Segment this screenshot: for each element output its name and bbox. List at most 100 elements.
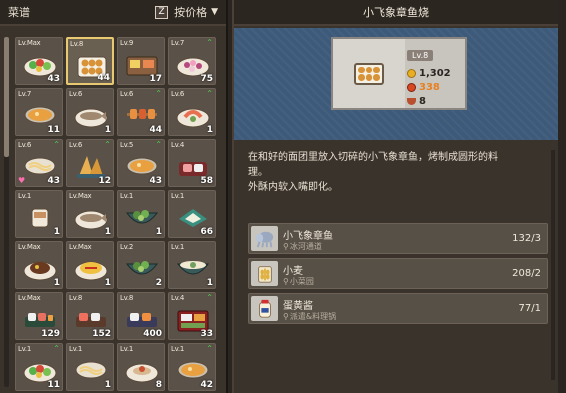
recipe-card[interactable]: Lv.4 ⌃ 33 [168, 292, 216, 340]
ingredient-location-text: 小菜园 [289, 277, 314, 286]
recipe-card[interactable]: Lv.6 ⌃ ♥ 43 [15, 139, 63, 187]
recipe-card[interactable]: Lv.1 8 [117, 343, 165, 391]
recipe-level: Lv.7 [18, 90, 31, 98]
energy-row: 338 [407, 81, 465, 93]
ingredient-list: 小飞象章鱼 ⚲冰河通道 132/3 小麦 ⚲小菜园 208/2 蛋黄酱 ⚲派遣&料理锅 77/1 [248, 223, 548, 328]
recipe-count: 129 [41, 329, 60, 339]
octopus-icon [251, 226, 278, 251]
meat-dish-icon [23, 261, 57, 281]
ingredient-count: 208/2 [512, 268, 541, 279]
recipe-card[interactable]: Lv.1 ⌃ 11 [15, 343, 63, 391]
recipe-card[interactable]: Lv.9 17 [117, 37, 165, 85]
recipe-level: Lv.1 [171, 192, 184, 200]
recipe-count: 43 [47, 74, 60, 84]
location-pin-icon: ⚲ [283, 242, 289, 251]
recipe-card[interactable]: Lv.8 400 [117, 292, 165, 340]
description-line: 理。 [248, 167, 268, 178]
recipe-count: 12 [98, 176, 111, 186]
recipe-card[interactable]: Lv.1 ⌃ 42 [168, 343, 216, 391]
recipe-count: 1 [53, 278, 60, 288]
recipe-list-panel: 菜谱 Z 按价格 ▼ Lv.Max 43 Lv.8 44 Lv.9 17 Lv.7 ⌃ 75 Lv… [0, 0, 228, 393]
upgrade-arrow-icon: ⌃ [206, 293, 213, 302]
recipe-detail-panel: 小飞象章鱼烧 Lv.8 1,302 338 8 在和好的面团里放入切碎的小飞象章… [232, 0, 560, 393]
recipe-card[interactable]: Lv.1 1 [66, 343, 114, 391]
recipe-level: Lv.Max [18, 39, 41, 47]
ingredient-row[interactable]: 小飞象章鱼 ⚲冰河通道 132/3 [248, 223, 548, 254]
recipe-card[interactable]: Lv.4 58 [168, 139, 216, 187]
fish-dish-icon [74, 108, 108, 128]
sort-dropdown-label[interactable]: 按价格 [174, 4, 207, 20]
recipe-card[interactable]: Lv.5 ⌃ 43 [117, 139, 165, 187]
dish-card: Lv.8 1,302 338 8 [331, 37, 467, 110]
recipe-level: Lv.2 [120, 243, 133, 251]
recipe-count: 11 [47, 380, 60, 390]
ingredient-row[interactable]: 小麦 ⚲小菜园 208/2 [248, 258, 548, 289]
recipe-level: Lv.8 [70, 40, 83, 48]
description-line: 在和好的面团里放入切碎的小飞象章鱼，烤制成圆形的料 [248, 152, 498, 163]
ingredient-count: 132/3 [512, 233, 541, 244]
recipe-card[interactable]: Lv.8 152 [66, 292, 114, 340]
recipe-card[interactable]: Lv.Max 43 [15, 37, 63, 85]
detail-scrollbar[interactable] [551, 150, 555, 380]
recipe-level: Lv.6 [120, 90, 133, 98]
recipe-card[interactable]: Lv.Max 1 [66, 241, 114, 289]
recipe-card[interactable]: Lv.6 ⌃ 44 [117, 88, 165, 136]
dish-stats: Lv.8 1,302 338 8 [407, 43, 465, 109]
sort-hotkey-badge[interactable]: Z [155, 5, 169, 19]
upgrade-arrow-icon: ⌃ [206, 89, 213, 98]
noodle-dish-icon [75, 361, 107, 379]
mayo-icon [251, 296, 278, 321]
recipe-count: 400 [143, 329, 162, 339]
recipe-level: Lv.6 [18, 141, 31, 149]
recipe-card[interactable]: Lv.1 66 [168, 190, 216, 238]
recipe-count: 152 [92, 329, 111, 339]
bowl-icon [407, 97, 416, 105]
recipe-count: 1 [104, 227, 111, 237]
recipe-level: Lv.8 [69, 294, 82, 302]
recipe-count: 1 [206, 278, 213, 288]
recipe-card[interactable]: Lv.6 1 [66, 88, 114, 136]
recipe-card[interactable]: Lv.Max 1 [15, 241, 63, 289]
coin-icon [407, 68, 416, 78]
recipe-card[interactable]: Lv.2 2 [117, 241, 165, 289]
recipe-level: Lv.1 [18, 192, 31, 200]
recipe-banner: Lv.8 1,302 338 8 [234, 28, 560, 140]
recipe-level: Lv.1 [69, 345, 82, 353]
recipe-card[interactable]: Lv.Max 1 [66, 190, 114, 238]
recipe-grid: Lv.Max 43 Lv.8 44 Lv.9 17 Lv.7 ⌃ 75 Lv.7 11 Lv.6 1 Lv… [15, 37, 219, 391]
location-pin-icon: ⚲ [283, 312, 289, 321]
recipe-count: 44 [97, 73, 110, 83]
favorite-heart-icon: ♥ [18, 176, 26, 185]
recipe-card[interactable]: Lv.7 ⌃ 75 [168, 37, 216, 85]
dish-price: 1,302 [419, 67, 451, 79]
description-line: 外酥内软入嘴即化。 [248, 182, 338, 193]
recipe-card[interactable]: Lv.6 ⌃ 12 [66, 139, 114, 187]
recipe-card[interactable]: Lv.8 44 [66, 37, 114, 85]
recipe-count: 17 [149, 74, 162, 84]
recipe-card[interactable]: Lv.1 1 [168, 241, 216, 289]
recipe-level: Lv.6 [171, 90, 184, 98]
recipe-card[interactable]: Lv.1 1 [15, 190, 63, 238]
plate-dish-icon [125, 363, 159, 383]
recipe-level: Lv.1 [171, 345, 184, 353]
scrollbar-thumb[interactable] [4, 37, 9, 157]
quantity-row: 8 [407, 95, 465, 107]
cup-dish-icon [31, 208, 49, 228]
omelet-dish-icon [74, 261, 108, 281]
recipe-card[interactable]: Lv.Max 129 [15, 292, 63, 340]
recipe-list-title: 菜谱 [8, 6, 30, 19]
wheat-icon [251, 261, 278, 286]
recipe-count: 66 [200, 227, 213, 237]
upgrade-arrow-icon: ⌃ [155, 89, 162, 98]
recipe-list-scrollbar[interactable] [4, 37, 9, 387]
recipe-card[interactable]: Lv.6 ⌃ 1 [168, 88, 216, 136]
recipe-count: 1 [206, 125, 213, 135]
ingredient-location: ⚲派遣&料理锅 [283, 311, 336, 322]
recipe-count: 44 [149, 125, 162, 135]
dish-level-badge: Lv.8 [407, 50, 434, 61]
recipe-card[interactable]: Lv.1 1 [117, 190, 165, 238]
ingredient-row[interactable]: 蛋黄酱 ⚲派遣&料理锅 77/1 [248, 293, 548, 324]
chevron-down-icon[interactable]: ▼ [211, 7, 218, 17]
recipe-card[interactable]: Lv.7 11 [15, 88, 63, 136]
ingredient-count: 77/1 [518, 303, 541, 314]
